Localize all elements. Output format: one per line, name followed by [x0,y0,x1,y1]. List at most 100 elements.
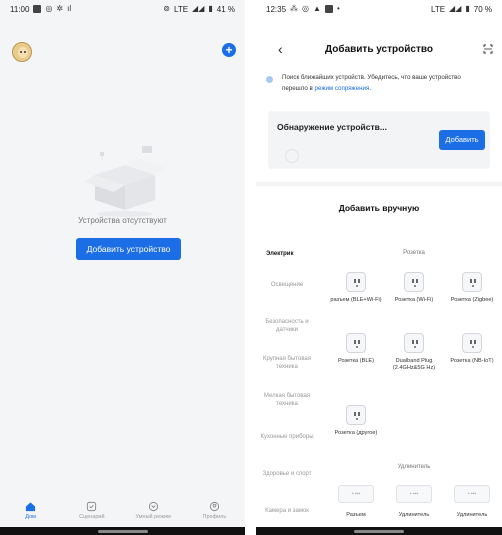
discovery-title: Обнаружение устройств... [277,122,387,132]
page-title: Добавить устройство [325,44,433,55]
system-home-bar [0,527,245,535]
category-item[interactable]: Камера и замок [256,492,318,529]
loading-spinner-icon [285,149,299,163]
power-strip-icon: ▪ ▪▪▪ [396,485,432,503]
notification-icon [33,5,42,13]
category-item[interactable]: Кухонные приборы [256,418,318,455]
hotspot-icon: ⊚ [163,4,170,13]
battery-level: 70 % [473,4,492,14]
extender-tile[interactable]: ▪ ▪▪▪ Удлинитель [386,485,442,519]
screen-divider [245,0,256,535]
device-tile[interactable]: Dualband Plug (2.4GHz&5G Hz) [386,333,442,372]
socket-icon [462,333,482,353]
nav-label: Сценарий [79,514,105,520]
device-name: Розетка (другое) [334,430,378,436]
scene-icon [87,501,97,512]
search-dot-icon [266,76,273,83]
notification-icon [324,5,333,13]
device-tile[interactable]: разъем (BLE+Wi-Fi) [328,272,384,304]
status-bar: 11:00 ◎ ✲ ıl ⊚ LTE ◢◢ ▮ 41 % [0,0,245,18]
settings-icon: ✲ [56,4,64,13]
category-item[interactable]: Здоровье и спорт [256,455,318,492]
add-device-button[interactable]: Добавить устройство [76,238,181,260]
cell-signal-icon: ◢◢ [449,4,462,13]
category-item[interactable]: Крупная бытовая техника [256,344,318,381]
add-device-screen: 12:35 ⁂ ◎ ▲ • LTE ◢◢ ▮ 70 % ‹ Добавить у… [256,0,502,535]
device-tile[interactable]: Розетка (BLE) [328,333,384,365]
signal-bars-icon: ıl [67,4,72,13]
extender-name: Удлинитель [398,512,430,518]
home-icon [26,502,36,512]
device-name: Розетка (Zigbee) [450,297,494,303]
power-strip-icon: ▪ ▪▪▪ [338,485,374,503]
network-type: LTE [430,4,446,14]
nav-label: Профиль [202,514,227,520]
nav-label: Дом [25,514,36,520]
category-item[interactable]: Мелкая бытовая техника [256,381,318,418]
category-item[interactable]: Безопасность и датчики [256,307,318,344]
socket-icon [346,272,366,292]
nav-scene[interactable]: Сценарий [62,497,122,527]
device-tile[interactable]: Розетка (другое) [328,405,384,437]
section-label-extender: Удлинитель [397,464,431,470]
device-name: Розетка (Wi-Fi) [394,297,434,303]
category-item[interactable]: Электрик [256,245,318,263]
sync-icon: ◎ [302,4,310,13]
nav-smart[interactable]: Умный режим [123,497,183,527]
socket-icon [346,333,366,353]
category-item[interactable]: Освещение [256,263,318,307]
power-strip-icon: ▪ ▪▪▪ [454,485,490,503]
socket-icon [404,272,424,292]
nav-label: Умный режим [135,514,171,520]
extender-tile[interactable]: ▪ ▪▪▪ Удлинитель [444,485,500,519]
device-name: Dualband Plug (2.4GHz&5G Hz) [392,358,436,371]
bottom-navigation: Дом Сценарий Умный режим Профиль [0,497,245,527]
device-name: разъем (BLE+Wi-Fi) [330,297,382,303]
add-plus-icon[interactable]: + [222,43,236,57]
empty-box-icon [84,146,166,217]
manual-add-title: Добавить вручную [338,203,420,213]
system-home-bar [256,527,502,535]
home-indicator[interactable] [354,530,404,533]
header: ‹ Добавить устройство [256,40,502,60]
home-indicator[interactable] [97,530,148,533]
status-time: 11:00 [10,4,30,14]
battery-icon: ▮ [208,4,213,13]
discovery-card: Обнаружение устройств... Добавить [268,111,490,169]
sync-icon: ◎ [45,4,53,13]
recording-icon: ⁂ [290,4,299,13]
nav-profile[interactable]: Профиль [184,497,244,527]
battery-icon: ▮ [465,4,470,13]
device-tile[interactable]: Розетка (Wi-Fi) [386,272,442,304]
section-divider [256,182,502,186]
socket-icon [346,405,366,425]
battery-level: 41 % [216,4,235,14]
device-name: Розетка (NB-IoT) [450,358,494,364]
status-bar: 12:35 ⁂ ◎ ▲ • LTE ◢◢ ▮ 70 % [256,0,502,18]
extender-tile[interactable]: ▪ ▪▪▪ Разъем [328,485,384,519]
avatar[interactable] [12,42,32,62]
status-time: 12:35 [266,4,287,14]
smart-icon [148,501,158,512]
category-list: Электрик Освещение Безопасность и датчик… [256,245,318,529]
alert-icon: ▲ [313,4,321,13]
extender-name: Удлинитель [456,512,488,518]
network-type: LTE [173,4,189,14]
device-tile[interactable]: Розетка (Zigbee) [444,272,500,304]
device-tile[interactable]: Розетка (NB-IoT) [444,333,500,365]
scan-icon[interactable] [483,44,493,54]
socket-icon [404,333,424,353]
info-text: Поиск ближайших устройств. Убедитесь, чт… [282,74,461,92]
section-label-socket: Розетка [403,250,425,256]
device-name: Розетка (BLE) [337,358,375,364]
dot-icon: • [336,4,340,13]
profile-icon [209,501,219,512]
cell-signal-icon: ◢◢ [192,4,205,13]
pairing-mode-link[interactable]: режим сопряжения [315,85,370,92]
socket-icon [462,272,482,292]
extender-name: Разъем [346,512,366,518]
home-screen: 11:00 ◎ ✲ ıl ⊚ LTE ◢◢ ▮ 41 % + Устройств… [0,0,245,535]
empty-state-text: Устройства отсутствуют [78,216,167,225]
nav-home[interactable]: Дом [1,497,61,527]
discovery-add-button[interactable]: Добавить [439,130,485,150]
